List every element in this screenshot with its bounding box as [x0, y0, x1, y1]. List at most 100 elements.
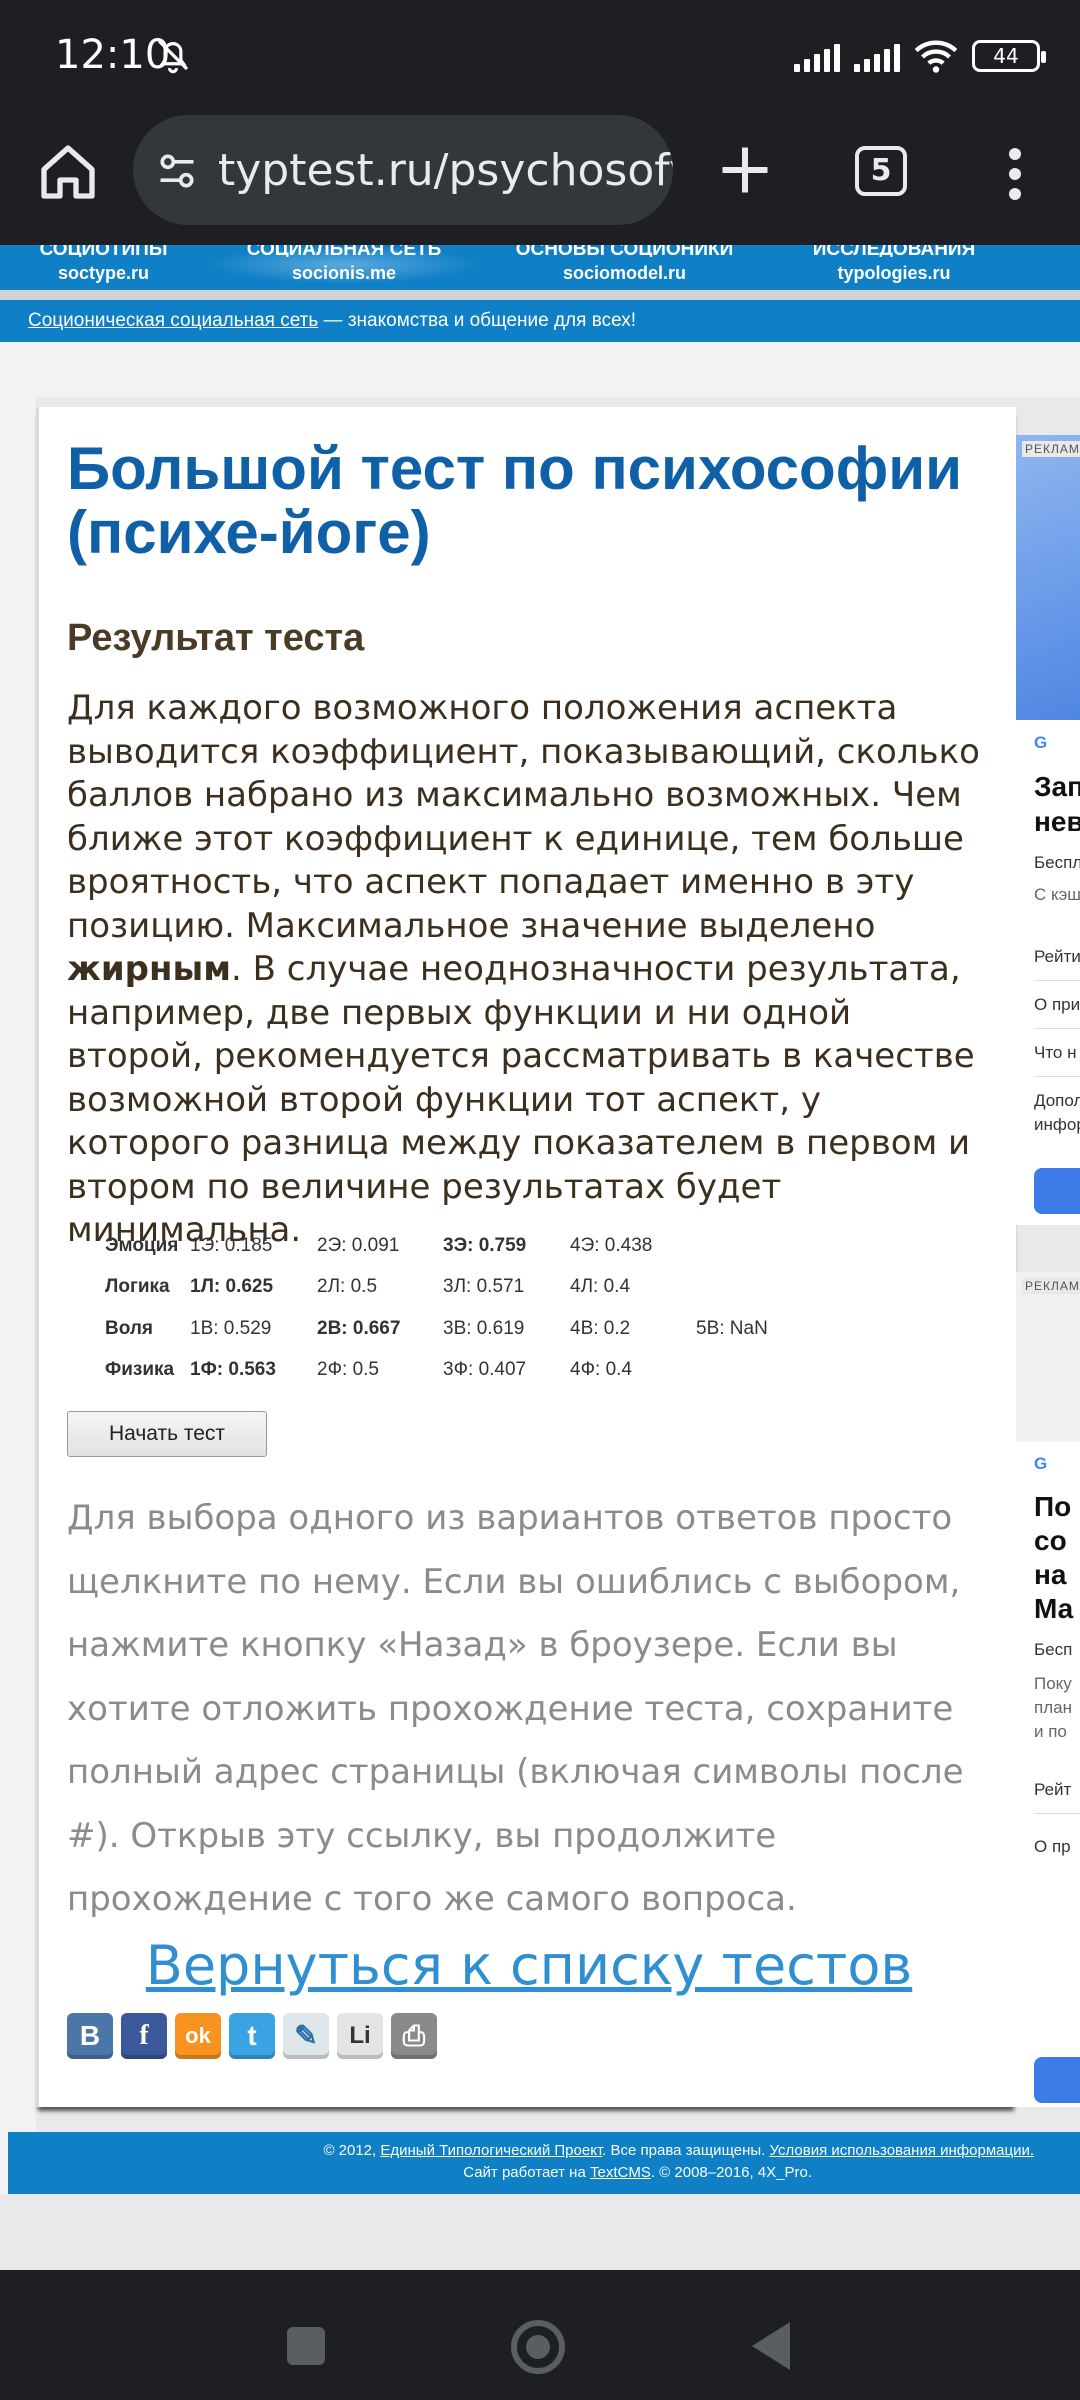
ad-image[interactable]: [1016, 435, 1080, 720]
share-bar: В f ok t ✎ Li ⎙: [67, 2013, 437, 2059]
table-cell-max: 1Ф: 0.563: [190, 1359, 276, 1381]
address-bar[interactable]: typtest.ru/psychosofy.: [133, 115, 673, 225]
section-title: Результат теста: [67, 617, 365, 659]
signal-icon: [854, 40, 900, 72]
site-settings-icon[interactable]: [155, 149, 199, 193]
ad-text: план: [1034, 1698, 1072, 1717]
textcms-link[interactable]: TextCMS: [590, 2164, 651, 2181]
nav-socionis[interactable]: СОЦИАЛЬНАЯ СЕТЬ socionis.me: [207, 245, 481, 284]
page-title: Большой тест по психософии (психе-йоге): [67, 435, 962, 566]
footer-line: Сайт работает на TextCMS. © 2008–2016, 4…: [463, 2164, 812, 2181]
ad-text: Поку: [1034, 1674, 1072, 1693]
twitter-icon[interactable]: t: [229, 2013, 275, 2059]
results-table: Эмоция 1Э: 0.185 2Э: 0.091 3Э: 0.759 4Э:…: [75, 1225, 816, 1391]
announce-text: — знакомства и общение для всех!: [318, 310, 637, 331]
nav-sociomodel[interactable]: ОСНОВЫ СОЦИОНИКИ sociomodel.ru: [481, 245, 768, 284]
site-nav: СОЦИОТИПЫ soctype.ru СОЦИАЛЬНАЯ СЕТЬ soc…: [0, 245, 1080, 290]
wifi-icon: [914, 40, 958, 73]
page-margin: [0, 2194, 1080, 2270]
table-cell: 3В: 0.619: [443, 1317, 525, 1339]
table-cell: 2Ф: 0.5: [317, 1359, 379, 1381]
ad-title[interactable]: на: [1034, 1558, 1080, 1592]
table-cell: 4Л: 0.4: [570, 1276, 631, 1298]
url-text[interactable]: typtest.ru/psychosofy.: [218, 145, 673, 196]
ad-text: С кэш: [1034, 885, 1080, 904]
ad-text: инфор: [1034, 1115, 1080, 1134]
table-cell: [696, 1267, 816, 1309]
ad-title[interactable]: Зап: [1034, 770, 1080, 804]
table-cell: 4Ф: 0.4: [570, 1359, 632, 1381]
ad-title[interactable]: Ма: [1034, 1592, 1080, 1626]
vk-icon[interactable]: В: [67, 2013, 113, 2059]
liveinternet-icon[interactable]: Li: [337, 2013, 383, 2059]
social-network-link[interactable]: Соционическая социальная сеть: [28, 310, 318, 331]
bell-muted-icon: [157, 39, 189, 74]
web-page: СОЦИОТИПЫ soctype.ru СОЦИАЛЬНАЯ СЕТЬ soc…: [0, 245, 1080, 2270]
ad-text: Что н: [1034, 1043, 1077, 1062]
footer-line: © 2012, Единый Типологический Проект. Вс…: [323, 2142, 1034, 2159]
ad-text: Допол: [1034, 1091, 1080, 1110]
ad-block[interactable]: РЕКЛАМА G По со на Ма Бесп Поку план и п…: [1016, 1272, 1080, 2107]
play-store-icon: G: [1034, 1454, 1048, 1473]
ad-text: Бесп: [1034, 1640, 1073, 1659]
row-label: Физика: [105, 1359, 175, 1381]
table-cell: 2Л: 0.5: [317, 1276, 378, 1298]
system-nav-bar: [0, 2270, 1080, 2400]
ad-text: Рейт: [1034, 1780, 1072, 1799]
print-icon[interactable]: ⎙: [391, 2013, 437, 2059]
start-test-button[interactable]: Начать тест: [67, 1411, 267, 1457]
browser-toolbar: typtest.ru/psychosofy. 5: [0, 110, 1080, 245]
result-description: Для каждого возможного положения аспекта…: [67, 688, 980, 1250]
tab-switcher-button[interactable]: 5: [855, 146, 907, 196]
table-cell-max: 3Э: 0.759: [443, 1234, 527, 1256]
status-icons: 44: [794, 36, 1046, 76]
bold-word: жирным: [67, 949, 232, 989]
livejournal-icon[interactable]: ✎: [283, 2013, 329, 2059]
table-cell: 1В: 0.529: [190, 1317, 272, 1339]
ad-text: Рейти: [1034, 947, 1080, 966]
terms-link[interactable]: Условия использования информации.: [769, 2142, 1034, 2159]
ad-install-button[interactable]: [1034, 1168, 1080, 1214]
ad-divider: [1034, 1076, 1080, 1077]
back-triangle-icon[interactable]: [752, 2322, 790, 2370]
ad-text: О при: [1034, 995, 1080, 1014]
ad-label: РЕКЛАМА: [1022, 1278, 1080, 1294]
nav-soctype[interactable]: СОЦИОТИПЫ soctype.ru: [0, 245, 207, 284]
table-row: Эмоция 1Э: 0.185 2Э: 0.091 3Э: 0.759 4Э:…: [75, 1225, 816, 1267]
recents-icon[interactable]: [287, 2327, 325, 2365]
ad-text: О пр: [1034, 1837, 1071, 1856]
battery-icon: 44: [972, 40, 1046, 72]
ad-divider: [1034, 1813, 1080, 1814]
home-circle-icon[interactable]: [511, 2320, 565, 2374]
etp-link[interactable]: Единый Типологический Проект: [380, 2142, 602, 2159]
status-bar: 12:10 44: [0, 0, 1080, 110]
table-cell: [696, 1350, 816, 1392]
row-label: Эмоция: [105, 1234, 179, 1256]
table-cell: 1Э: 0.185: [190, 1234, 273, 1256]
facebook-icon[interactable]: f: [121, 2013, 167, 2059]
ad-title[interactable]: По: [1034, 1490, 1080, 1524]
odnoklassniki-icon[interactable]: ok: [175, 2013, 221, 2059]
ad-title[interactable]: со: [1034, 1524, 1080, 1558]
ad-image[interactable]: [1016, 1272, 1080, 1442]
signal-icon: [794, 40, 840, 72]
table-cell-max: 1Л: 0.625: [190, 1276, 274, 1298]
table-cell: 3Л: 0.571: [443, 1276, 525, 1298]
more-menu-icon[interactable]: [1000, 144, 1030, 204]
home-icon[interactable]: [36, 140, 100, 204]
page-margin: [0, 342, 1080, 397]
nav-typologies[interactable]: ИССЛЕДОВАНИЯ typologies.ru: [768, 245, 1020, 284]
ad-title[interactable]: нев: [1034, 805, 1080, 839]
back-to-tests-link[interactable]: Вернуться к списку тестов: [39, 1934, 1019, 1997]
table-cell: 5В: NaN: [696, 1317, 768, 1339]
row-label: Логика: [105, 1276, 170, 1298]
ad-block[interactable]: РЕКЛАМА G Зап нев Беспл С кэш Рейти О пр…: [1016, 435, 1080, 1225]
ad-text: Беспл: [1034, 853, 1080, 872]
table-row: Физика 1Ф: 0.563 2Ф: 0.5 3Ф: 0.407 4Ф: 0…: [75, 1350, 816, 1392]
new-tab-icon[interactable]: [715, 140, 775, 200]
ad-text: и по: [1034, 1722, 1067, 1741]
ad-install-button[interactable]: [1034, 2057, 1080, 2103]
table-cell-max: 2В: 0.667: [317, 1317, 401, 1339]
table-cell: 4Э: 0.438: [570, 1234, 653, 1256]
row-label: Воля: [105, 1317, 154, 1339]
